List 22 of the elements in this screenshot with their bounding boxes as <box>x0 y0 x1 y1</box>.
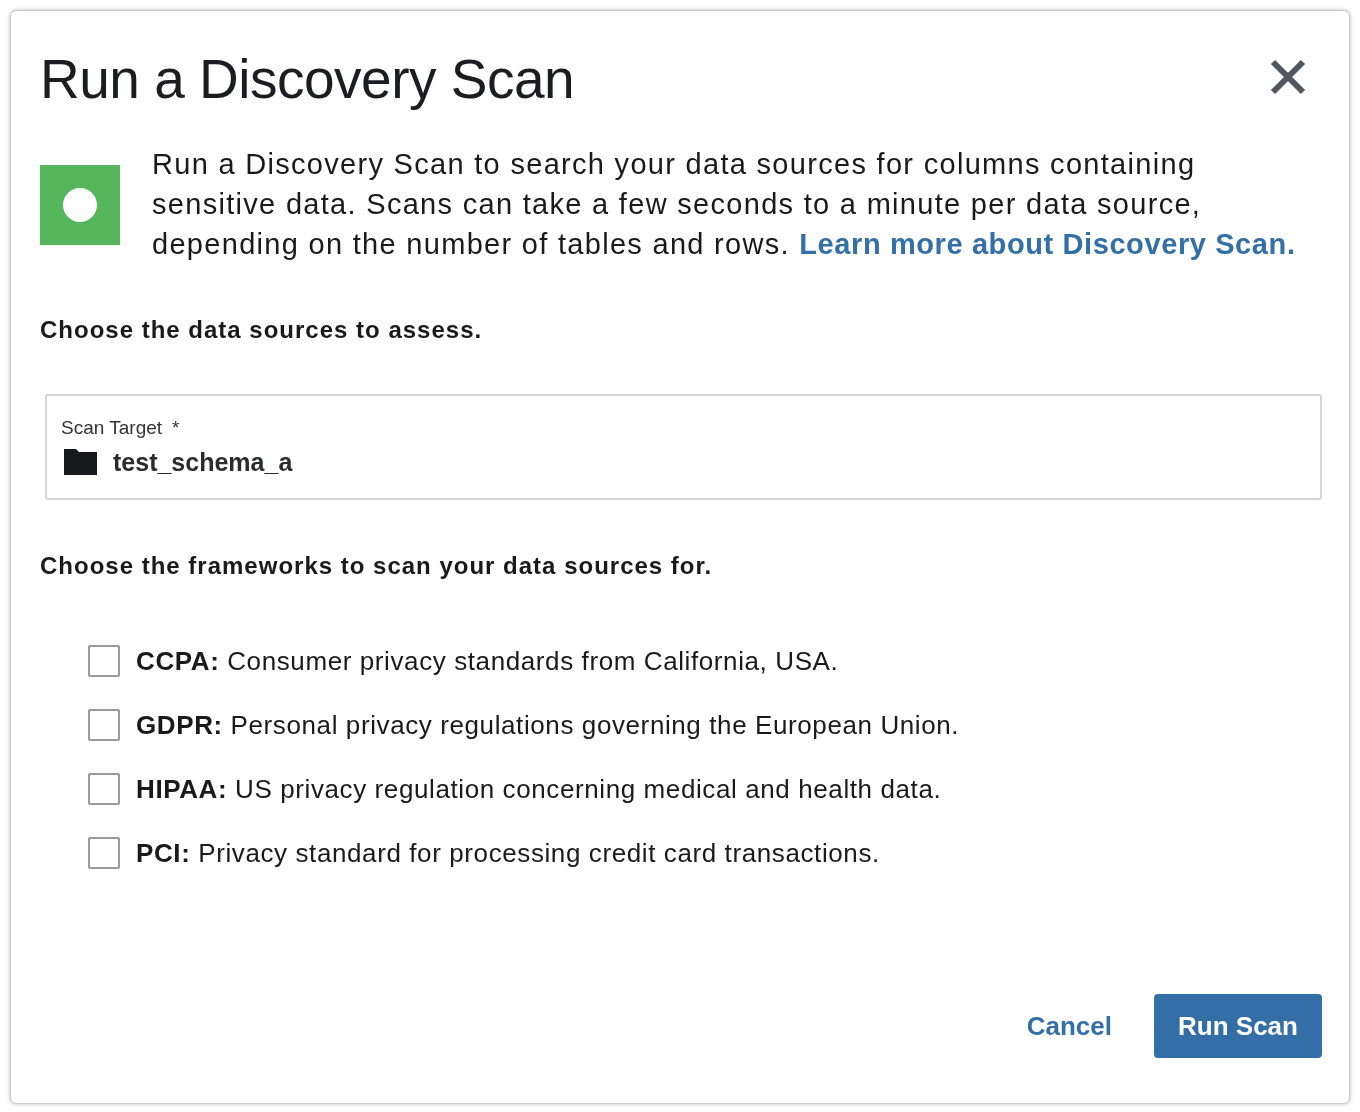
close-button[interactable] <box>1270 59 1306 95</box>
section-heading: Choose the data sources to assess. <box>40 315 484 345</box>
intro-text: Run a Discovery Scan to search your data sources for columns containing sensitive data. Scans can take a few seconds to a minute per data source, depending on the number of tables and rows. Learn more about Discovery Scan. <box>152 147 1297 262</box>
checkbox[interactable] <box>88 645 120 677</box>
close-icon <box>1270 59 1306 95</box>
scan-target-field[interactable]: Scan Target * test_schema_a <box>45 394 1322 500</box>
framework-label: CCPA: Consumer privacy standards from California, USA. <box>136 645 839 677</box>
framework-label: GDPR: Personal privacy regulations governing the European Union. <box>136 709 960 741</box>
folder-icon <box>64 449 97 475</box>
checkbox[interactable] <box>88 709 120 741</box>
framework-label: HIPAA: US privacy regulation concerning medical and health data. <box>136 773 942 805</box>
framework-label: PCI: Privacy standard for processing credit card transactions. <box>136 837 880 869</box>
field-value: test_schema_a <box>113 447 293 478</box>
checkbox[interactable] <box>88 773 120 805</box>
checkbox[interactable] <box>88 837 120 869</box>
learn-more-link[interactable]: Learn more about Discovery Scan. <box>799 228 1296 260</box>
field-label: Scan Target <box>61 416 163 440</box>
cancel-button[interactable]: Cancel <box>1022 1006 1116 1046</box>
required-mark: * <box>172 416 180 440</box>
run-scan-button[interactable]: Run Scan <box>1154 994 1322 1058</box>
dialog-title: Run a Discovery Scan <box>40 47 575 111</box>
section-heading: Choose the frameworks to scan your data sources for. <box>40 551 714 581</box>
